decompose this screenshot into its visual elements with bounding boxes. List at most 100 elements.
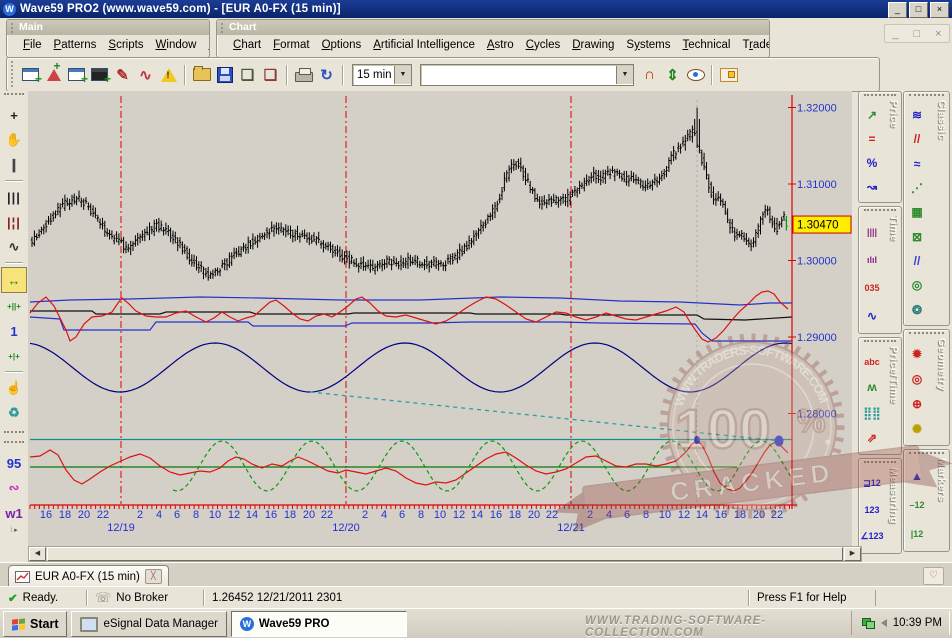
menu-technical[interactable]: Technical: [677, 37, 737, 53]
price-bars-icon[interactable]: |||: [2, 185, 26, 209]
text-labels-icon[interactable]: abc: [864, 350, 880, 374]
menu-astro[interactable]: Astro: [481, 37, 520, 53]
minimize-button[interactable]: _: [888, 2, 907, 18]
grid-dots-icon[interactable]: ⣿⣿: [863, 401, 881, 425]
menu-systems[interactable]: Systems: [620, 37, 676, 53]
palette-grip[interactable]: [4, 93, 24, 101]
dropdown-arrow-icon[interactable]: ▼: [394, 66, 411, 84]
vline-marker-icon[interactable]: |12: [911, 522, 924, 546]
increase-spacing-icon[interactable]: +||+: [2, 294, 26, 318]
symbol-input[interactable]: ▼: [420, 64, 634, 86]
vertical-cursor-icon[interactable]: ❙: [2, 153, 26, 177]
pan-hand-icon[interactable]: ✋: [2, 128, 26, 152]
alerts-icon[interactable]: [157, 63, 180, 86]
mdi-restore-button[interactable]: □: [914, 28, 921, 40]
pointer-hand-icon[interactable]: ☝: [2, 376, 26, 400]
palette-scroll[interactable]: [4, 431, 24, 439]
chart-tab[interactable]: EUR A0-FX (15 min) ╳: [8, 565, 169, 587]
drag-grip[interactable]: [10, 60, 14, 89]
menu-chart[interactable]: Chart: [227, 37, 267, 53]
hline-marker-icon[interactable]: –12: [909, 493, 924, 517]
drag-grip[interactable]: [10, 22, 14, 33]
palette-scroll-arrows[interactable]: ⁞ ▸: [0, 526, 28, 534]
save-icon[interactable]: [213, 63, 236, 86]
channel-lines-icon[interactable]: //: [914, 249, 921, 273]
regression-lines-icon[interactable]: ≋: [912, 103, 922, 127]
pattern-match-icon[interactable]: ʍ: [867, 375, 876, 399]
start-button[interactable]: Start: [3, 611, 67, 637]
scale-updown-icon[interactable]: ⇕: [661, 63, 684, 86]
spiral-icon[interactable]: ◎: [912, 273, 922, 297]
tab-close-icon[interactable]: ╳: [145, 569, 162, 584]
menu-scripts[interactable]: Scripts: [102, 37, 149, 53]
price-projection-icon[interactable]: ↝: [867, 175, 877, 199]
menu-file[interactable]: File: [17, 37, 48, 53]
crosshair-icon[interactable]: +: [2, 103, 26, 127]
arrow-marker-icon[interactable]: ▲: [911, 464, 923, 488]
menu-drawing[interactable]: Drawing: [566, 37, 620, 53]
volume-tray-icon[interactable]: [881, 619, 887, 627]
nine-five-count-icon[interactable]: 95: [2, 451, 26, 475]
fan-lines-icon[interactable]: ⋰: [911, 176, 923, 200]
scroll-left-button[interactable]: ◀: [29, 547, 46, 561]
menu-cycles[interactable]: Cycles: [520, 37, 567, 53]
measure-angle-icon[interactable]: ∠123: [860, 525, 883, 549]
percent-icon[interactable]: %: [867, 151, 878, 175]
chart-h-scrollbar[interactable]: ◀ ▶: [28, 546, 862, 562]
new-console-icon[interactable]: [88, 63, 111, 86]
menu-options[interactable]: Options: [316, 37, 368, 53]
trend-lines-icon[interactable]: //: [914, 127, 921, 151]
mdi-minimize-button[interactable]: _: [892, 28, 898, 40]
menu-window[interactable]: Window: [150, 37, 203, 53]
print-icon[interactable]: [292, 63, 315, 86]
time-bars-icon[interactable]: ılıl: [867, 248, 877, 272]
freehand-draw-icon[interactable]: ≈: [914, 152, 921, 176]
measure-horizontal-icon[interactable]: ⊒12: [863, 471, 881, 495]
pattern-bars-icon[interactable]: |¦|: [2, 210, 26, 234]
edit-appearance-icon[interactable]: ✎: [111, 63, 134, 86]
copy-chart-icon[interactable]: ❏: [236, 63, 259, 86]
grid-box-icon[interactable]: ▦: [911, 200, 922, 224]
time-counts-icon[interactable]: 035: [864, 276, 879, 300]
open-folder-icon[interactable]: [190, 63, 213, 86]
notes-image-icon[interactable]: [717, 63, 740, 86]
menu-format[interactable]: Format: [267, 37, 315, 53]
main-toolwindow-caption[interactable]: Main: [7, 20, 209, 35]
task-esignal-data-manager[interactable]: eSignal Data Manager: [71, 611, 226, 637]
clone-window-icon[interactable]: [65, 63, 88, 86]
swing-time-icon[interactable]: ∿: [867, 304, 877, 328]
shift-one-bar-icon[interactable]: 1: [2, 319, 26, 343]
menu-artificial-intelligence[interactable]: Artificial Intelligence: [367, 37, 481, 53]
palette-grip[interactable]: [4, 441, 24, 449]
dropdown-arrow-icon[interactable]: ▼: [616, 66, 633, 84]
restore-button[interactable]: □: [909, 2, 928, 18]
circles-icon[interactable]: ◎: [912, 367, 922, 391]
scroll-right-button[interactable]: ▶: [844, 547, 861, 561]
time-lines-icon[interactable]: ||||: [867, 220, 877, 244]
elliott-wave-icon[interactable]: w1: [2, 501, 26, 525]
menu-patterns[interactable]: Patterns: [48, 37, 103, 53]
task-wave59-pro[interactable]: WWave59 PRO: [231, 611, 407, 637]
wave-tool-icon[interactable]: ∾: [2, 476, 26, 500]
close-button[interactable]: ×: [930, 2, 949, 18]
measure-vertical-icon[interactable]: 123: [864, 498, 879, 522]
interval-select[interactable]: 15 min▼: [352, 64, 412, 86]
alert-box-icon[interactable]: ⊠: [912, 225, 922, 249]
drag-grip[interactable]: [220, 22, 224, 33]
chart-toolwindow-caption[interactable]: Chart: [217, 20, 769, 35]
retracement-icon[interactable]: ↗: [867, 103, 877, 127]
network-tray-icon[interactable]: [862, 618, 875, 628]
delete-tool-icon[interactable]: ♻: [2, 401, 26, 425]
vector-arrows-icon[interactable]: ⇗: [867, 426, 877, 450]
gann-fan-icon[interactable]: ✹: [912, 342, 922, 366]
chart-canvas[interactable]: 1.320001.310001.300001.290001.2800016182…: [28, 91, 852, 546]
zigzag-line-icon[interactable]: ∿: [2, 235, 26, 259]
new-astro-chart-icon[interactable]: [42, 63, 65, 86]
tab-scroll-button[interactable]: ♡: [923, 567, 944, 585]
menu-help[interactable]: Help: [202, 37, 209, 53]
magnet-icon[interactable]: ∩: [638, 63, 661, 86]
wheel-icon[interactable]: ✺: [912, 417, 922, 441]
view-eye-icon[interactable]: [684, 63, 707, 86]
price-levels-icon[interactable]: =: [868, 127, 875, 151]
export-chart-icon[interactable]: ❏: [259, 63, 282, 86]
